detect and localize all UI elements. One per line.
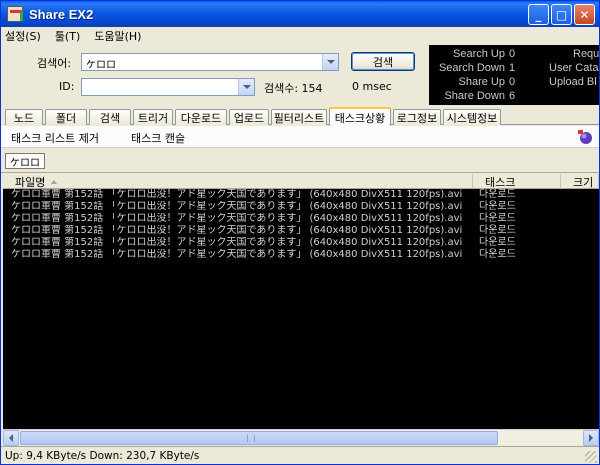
list-header: 파일명 태스크 크기 (3, 174, 599, 189)
search-subtabs: ケロロ (1, 149, 599, 173)
table-row[interactable]: ケロロ軍曹 第152話 「ケロロ出没！アド星ック天国であります」 (640x48… (3, 201, 599, 213)
row-task: 다운로드 (479, 237, 516, 248)
row-filename: ケロロ軍曹 第152話 「ケロロ出没！アド星ック天国であります」 (640x48… (11, 201, 463, 212)
user-catalog-label: User Cata (549, 62, 599, 74)
row-filename: ケロロ軍曹 第152話 「ケロロ出没！アド星ック天国であります」 (640x48… (11, 213, 463, 224)
share-down-value: 6 (509, 90, 516, 102)
status-bar: Up: 9,4 KByte/s Down: 230,7 KByte/s (1, 446, 599, 464)
main-tabs: 노드 폴더 검색 트리거 다운로드 업로드 필터리스트 태스크상황 로그정보 시… (5, 107, 599, 126)
row-task: 다운로드 (479, 213, 516, 224)
tab-task-status[interactable]: 태스크상황 (329, 107, 391, 126)
id-combobox[interactable] (81, 78, 255, 96)
search-button[interactable]: 검색 (351, 52, 415, 71)
column-task-label: 태스크 (485, 175, 516, 189)
menu-tools[interactable]: 툴(T) (55, 28, 80, 44)
maximize-button[interactable]: □ (551, 4, 572, 25)
column-size[interactable]: 크기 (561, 174, 599, 189)
elapsed-time: 0 msec (352, 80, 392, 93)
scrollbar-thumb[interactable] (20, 431, 498, 445)
row-task: 다운로드 (479, 225, 516, 236)
request-label: Requ (573, 48, 599, 60)
share-down-label: Share Down (444, 90, 505, 102)
keyword-value: ケロロ (86, 60, 116, 71)
app-window: Share EX2 _ □ ✕ 설정(S) 툴(T) 도움말(H) 검색어: ケ… (0, 0, 600, 465)
close-button[interactable]: ✕ (574, 4, 595, 25)
row-task: 다운로드 (479, 201, 516, 212)
scroll-left-icon[interactable] (3, 430, 19, 446)
search-up-label: Search Up (453, 48, 505, 60)
menu-bar: 설정(S) 툴(T) 도움말(H) (1, 27, 599, 45)
row-filename: ケロロ軍曹 第152話 「ケロロ出没！アド星ック天国であります」 (640x48… (11, 249, 463, 260)
tab-uploads[interactable]: 업로드 (229, 109, 269, 125)
id-label: ID: (59, 80, 75, 93)
chevron-down-icon[interactable] (322, 54, 338, 70)
upload-block-label: Upload Bl (549, 76, 597, 88)
search-panel: 검색어: ケロロ 검색 ID: 검색수: 154 0 msec (1, 45, 431, 105)
row-task: 다운로드 (479, 249, 516, 260)
minimize-button[interactable]: _ (528, 4, 549, 25)
window-title: Share EX2 (29, 6, 94, 22)
column-filename[interactable]: 파일명 (3, 174, 473, 189)
tab-nodes[interactable]: 노드 (5, 109, 43, 125)
cancel-task-button[interactable]: 태스크 캔슬 (131, 130, 185, 146)
share-up-label: Share Up (458, 76, 505, 88)
keyword-combobox[interactable]: ケロロ (81, 53, 339, 71)
table-row[interactable]: ケロロ軍曹 第152話 「ケロロ出没！アド星ック天国であります」 (640x48… (3, 189, 599, 201)
column-filename-label: 파일명 (15, 175, 46, 189)
tab-search[interactable]: 검색 (89, 109, 131, 125)
tab-triggers[interactable]: 트리거 (133, 109, 173, 125)
row-filename: ケロロ軍曹 第152話 「ケロロ出没！アド星ック天国であります」 (640x48… (11, 189, 463, 200)
table-row[interactable]: ケロロ軍曹 第152話 「ケロロ出没！アド星ック天国であります」 (640x48… (3, 225, 599, 237)
table-row[interactable]: ケロロ軍曹 第152話 「ケロロ出没！アド星ック天国であります」 (640x48… (3, 213, 599, 225)
scroll-right-icon[interactable] (583, 430, 599, 446)
share-up-value: 0 (509, 76, 516, 88)
resize-grip-icon[interactable] (585, 451, 597, 463)
transfer-speed-status: Up: 9,4 KByte/s Down: 230,7 KByte/s (5, 450, 200, 462)
stats-panel: Search Up 0 Search Down 1 Share Up 0 Sha… (429, 45, 599, 105)
task-list[interactable]: ケロロ軍曹 第152話 「ケロロ出没！アド星ック天国であります」 (640x48… (3, 189, 599, 429)
subtab-keyword[interactable]: ケロロ (5, 153, 45, 169)
sort-ascending-icon (51, 179, 58, 184)
row-task: 다운로드 (479, 189, 516, 200)
search-down-value: 1 (509, 62, 516, 74)
search-up-value: 0 (509, 48, 516, 60)
row-filename: ケロロ軍曹 第152話 「ケロロ出没！アド星ック天国であります」 (640x48… (11, 225, 463, 236)
window-controls: _ □ ✕ (528, 4, 595, 25)
remove-task-list-button[interactable]: 태스크 리스트 제거 (11, 130, 99, 146)
tab-folders[interactable]: 폴더 (45, 109, 87, 125)
menu-settings[interactable]: 설정(S) (5, 28, 41, 44)
gem-icon[interactable] (577, 129, 593, 145)
chevron-down-icon[interactable] (238, 79, 254, 95)
table-row[interactable]: ケロロ軍曹 第152話 「ケロロ出没！アド星ック天国であります」 (640x48… (3, 237, 599, 249)
keyword-label: 검색어: (37, 57, 72, 70)
table-row[interactable]: ケロロ軍曹 第152話 「ケロロ出没！アド星ック天国であります」 (640x48… (3, 249, 599, 261)
menu-help[interactable]: 도움말(H) (94, 28, 141, 44)
search-down-label: Search Down (438, 62, 505, 74)
title-bar[interactable]: Share EX2 _ □ ✕ (1, 1, 599, 27)
tab-downloads[interactable]: 다운로드 (175, 109, 227, 125)
horizontal-scrollbar[interactable] (3, 429, 599, 446)
column-size-label: 크기 (573, 175, 594, 189)
tab-filter-list[interactable]: 필터리스트 (271, 109, 327, 125)
tab-log[interactable]: 로그정보 (393, 109, 441, 125)
tab-system[interactable]: 시스템정보 (443, 109, 501, 125)
task-toolbar: 태스크 리스트 제거 태스크 캔슬 (1, 126, 599, 148)
app-icon (7, 6, 23, 22)
column-task[interactable]: 태스크 (473, 174, 561, 189)
row-filename: ケロロ軍曹 第152話 「ケロロ出没！アド星ック天国であります」 (640x48… (11, 237, 463, 248)
result-count: 검색수: 154 (264, 82, 323, 95)
grip-icon (247, 435, 255, 442)
